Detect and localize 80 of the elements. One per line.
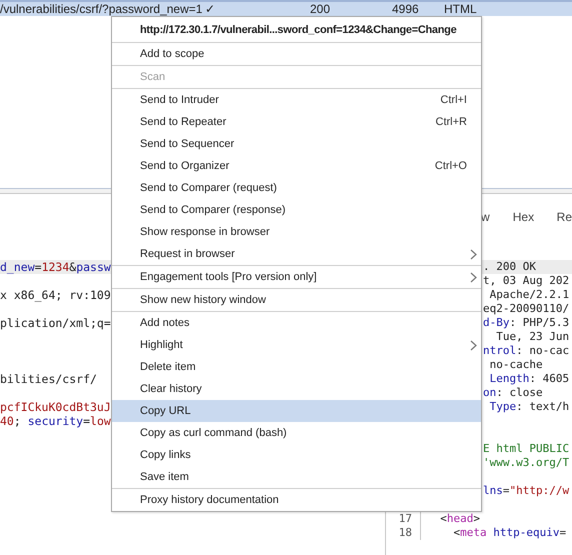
menu-item[interactable]: Delete item [112, 356, 481, 378]
code-line: 'www.w3.org/T [483, 456, 570, 470]
menu-item-label: Send to Comparer (response) [140, 204, 287, 216]
menu-item[interactable]: Proxy history documentation [112, 489, 481, 511]
code-line: ntrol: no-cac [483, 344, 570, 358]
code-line: x x86_64; rv:109 [0, 288, 111, 302]
code-line: pcfICkuK0cdBt3uJ [0, 400, 111, 414]
menu-item[interactable]: Show response in browser [112, 221, 481, 243]
menu-item-label: Show response in browser [140, 226, 271, 238]
menu-item[interactable]: Save item [112, 466, 481, 488]
menu-item[interactable]: Copy links [112, 444, 481, 466]
shortcut-label: Ctrl+R [436, 116, 467, 128]
menu-item-label: Copy as curl command (bash) [140, 427, 288, 439]
chevron-right-icon [470, 272, 477, 282]
menu-item-label: Save item [140, 471, 190, 483]
code-line: Apache/2.2.1 [488, 288, 570, 302]
menu-item[interactable]: Highlight [112, 334, 481, 356]
code-line: . 200 OK [483, 260, 536, 274]
code-line: E html PUBLIC [483, 442, 570, 456]
code-line: <head> [439, 512, 480, 526]
menu-item-label: Add to scope [140, 48, 206, 60]
menu-item-label: Add notes [140, 317, 191, 329]
code-line: d-By: PHP/5.3 [483, 316, 570, 330]
menu-item-label: Request in browser [140, 248, 236, 260]
history-row[interactable]: /vulnerabilities/csrf/?password_new=1 ✓ 200 4996 HTML [0, 0, 572, 16]
code-line: Type: text/h [488, 400, 570, 414]
table-cell-text: /vulnerabilities/csrf/?password_new=1 [0, 2, 204, 16]
menu-item[interactable]: Copy as curl command (bash) [112, 422, 481, 444]
code-line: Length: 4605 [488, 372, 570, 386]
menu-item-label: Send to Intruder [140, 94, 220, 106]
menu-item-label: Send to Organizer [140, 160, 230, 172]
menu-title: http://172.30.1.7/vulnerabil...sword_conf=1234&Change=Change [139, 22, 458, 38]
table-cell-text: ✓ [205, 2, 216, 16]
menu-item[interactable]: Copy URL [112, 400, 481, 422]
menu-item[interactable]: Add notes [112, 312, 481, 334]
menu-item[interactable]: Send to Repeater Ctrl+R [112, 111, 481, 133]
menu-item-label: Highlight [140, 339, 184, 351]
editor-tab[interactable]: Re [556, 208, 572, 226]
table-cell-text: HTML [444, 2, 478, 16]
code-line: no-cache [488, 358, 543, 372]
code-line: 40; security=low [0, 414, 111, 428]
menu-item-label: Send to Sequencer [140, 138, 236, 150]
code-line: t, 03 Aug 202 [483, 274, 570, 288]
code-line: eq2-20090110/ [483, 302, 570, 316]
code-line: plication/xml;q= [0, 316, 111, 330]
chevron-right-icon [470, 340, 477, 350]
line-number: 18 [398, 526, 412, 539]
menu-item[interactable]: Send to Organizer Ctrl+O [112, 155, 481, 177]
code-line: bilities/csrf/ [0, 372, 97, 386]
menu-item-label: Delete item [140, 361, 197, 373]
table-cell-text: 200 [310, 2, 332, 16]
menu-item-label: Send to Comparer (request) [140, 182, 278, 194]
menu-item[interactable]: Clear history [112, 378, 481, 400]
menu-item[interactable]: Request in browser [112, 243, 481, 265]
code-line: <meta http-equiv= [452, 526, 566, 540]
table-cell-text: 4996 [392, 2, 420, 16]
menu-item[interactable]: Send to Comparer (response) [112, 199, 481, 221]
menu-item[interactable]: Send to Sequencer [112, 133, 481, 155]
menu-item-label: Show new history window [140, 294, 267, 306]
menu-item[interactable]: Show new history window [112, 289, 481, 311]
menu-item-label: Send to Repeater [140, 116, 228, 128]
code-line: d_new=1234&passw [0, 260, 111, 274]
line-number: 17 [398, 512, 412, 525]
menu-item-label: Proxy history documentation [140, 494, 280, 506]
menu-item-label: Copy links [140, 449, 192, 461]
shortcut-label: Ctrl+O [434, 160, 467, 172]
menu-item[interactable]: Send to Comparer (request) [112, 177, 481, 199]
code-line: lns="http://w [483, 484, 570, 498]
menu-item-label: Scan [140, 71, 166, 83]
code-line: Tue, 23 Jun [495, 330, 570, 344]
menu-item[interactable]: Add to scope [112, 43, 481, 65]
menu-item-label: Clear history [140, 383, 203, 395]
menu-item[interactable]: Engagement tools [Pro version only] [112, 266, 481, 288]
code-line: on: close [483, 386, 543, 400]
menu-item-label: Engagement tools [Pro version only] [140, 271, 318, 283]
menu-item-label: Copy URL [140, 405, 192, 417]
shortcut-label: Ctrl+I [440, 94, 467, 106]
chevron-right-icon [470, 248, 477, 260]
menu-item[interactable]: Send to Intruder Ctrl+I [112, 89, 481, 111]
editor-tab[interactable]: Hex [512, 208, 557, 226]
